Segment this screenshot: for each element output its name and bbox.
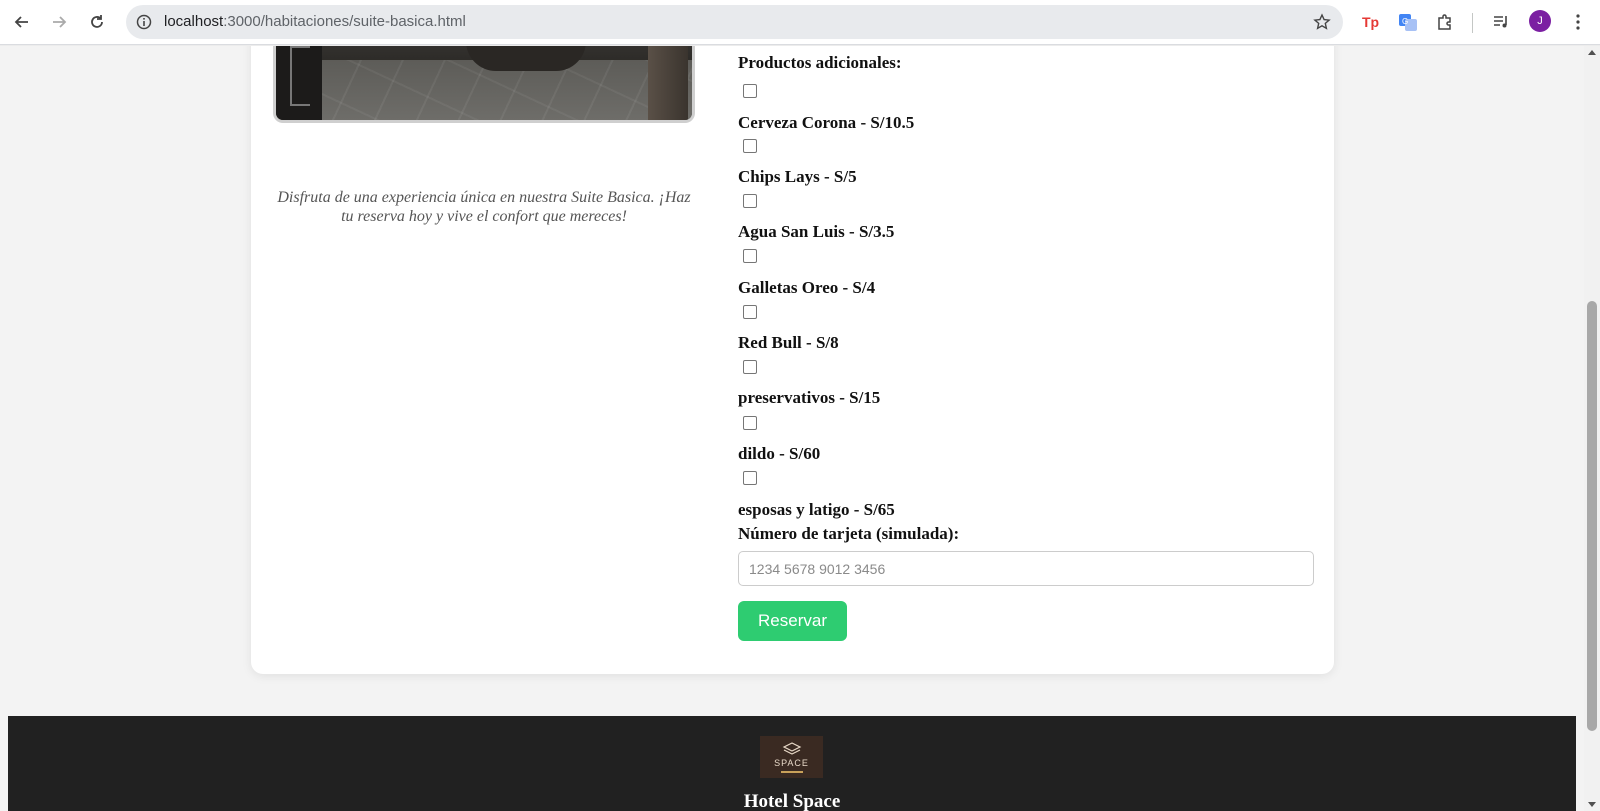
product-checkbox-5[interactable] xyxy=(743,360,757,374)
browser-toolbar: localhost:3000/habitaciones/suite-basica… xyxy=(0,0,1600,45)
reserve-button[interactable]: Reservar xyxy=(738,601,847,641)
product-label-0: Cerveza Corona - S/10.5 xyxy=(738,113,915,132)
url-text[interactable]: localhost:3000/habitaciones/suite-basica… xyxy=(164,13,466,30)
svg-text:G: G xyxy=(1402,17,1408,26)
translate-extension-icon[interactable]: G xyxy=(1395,9,1421,35)
page-scrollbar[interactable] xyxy=(1584,46,1600,811)
page-footer: SPACE Hotel Space xyxy=(8,716,1576,811)
url-path: :3000/habitaciones/suite-basica.html xyxy=(223,13,466,30)
product-checkbox-1[interactable] xyxy=(743,139,757,153)
extension-tp-icon[interactable]: Tp xyxy=(1358,9,1384,35)
product-label-6: dildo - S/60 xyxy=(738,444,821,463)
scroll-down-arrow-icon[interactable] xyxy=(1588,802,1596,807)
address-bar[interactable]: localhost:3000/habitaciones/suite-basica… xyxy=(126,5,1343,39)
reload-icon[interactable] xyxy=(83,8,111,36)
product-label-5: preservativos - S/15 xyxy=(738,388,881,407)
toolbar-divider xyxy=(1472,13,1473,33)
card-number-input[interactable] xyxy=(738,551,1314,586)
back-icon[interactable] xyxy=(8,8,36,36)
product-checkbox-7[interactable] xyxy=(743,471,757,485)
logo-cube-icon xyxy=(782,741,801,755)
logo-text: SPACE xyxy=(774,757,809,768)
card-number-label: Número de tarjeta (simulada): xyxy=(738,524,960,543)
page-viewport: Disfruta de una experiencia única en nue… xyxy=(0,46,1584,811)
bookmark-star-icon[interactable] xyxy=(1311,11,1333,33)
site-info-icon[interactable] xyxy=(134,12,154,32)
product-label-3: Galletas Oreo - S/4 xyxy=(738,278,876,297)
product-label-7: esposas y latigo - S/65 xyxy=(738,500,895,519)
kebab-menu-icon[interactable] xyxy=(1565,9,1591,35)
product-checkbox-6[interactable] xyxy=(743,416,757,430)
product-checkbox-0[interactable] xyxy=(743,84,757,98)
profile-avatar[interactable]: J xyxy=(1529,10,1551,32)
forward-icon[interactable] xyxy=(45,8,73,36)
product-label-1: Chips Lays - S/5 xyxy=(738,167,857,186)
product-checkbox-3[interactable] xyxy=(743,249,757,263)
product-label-4: Red Bull - S/8 xyxy=(738,333,839,352)
scroll-thumb[interactable] xyxy=(1587,301,1597,731)
svg-text:Tp: Tp xyxy=(1362,14,1379,30)
product-checkbox-4[interactable] xyxy=(743,305,757,319)
hotel-logo: SPACE xyxy=(760,736,823,778)
footer-hotel-name: Hotel Space xyxy=(743,791,841,811)
room-photo xyxy=(273,46,695,123)
product-label-2: Agua San Luis - S/3.5 xyxy=(738,222,895,241)
url-host: localhost xyxy=(164,13,224,30)
extensions-puzzle-icon[interactable] xyxy=(1432,9,1458,35)
scroll-up-arrow-icon[interactable] xyxy=(1588,50,1596,55)
reservation-card: Disfruta de una experiencia única en nue… xyxy=(251,46,1334,674)
product-checkbox-2[interactable] xyxy=(743,194,757,208)
media-control-icon[interactable] xyxy=(1488,9,1514,35)
logo-underline xyxy=(780,770,803,773)
room-caption: Disfruta de una experiencia única en nue… xyxy=(277,189,691,225)
products-heading: Productos adicionales: xyxy=(738,53,902,72)
